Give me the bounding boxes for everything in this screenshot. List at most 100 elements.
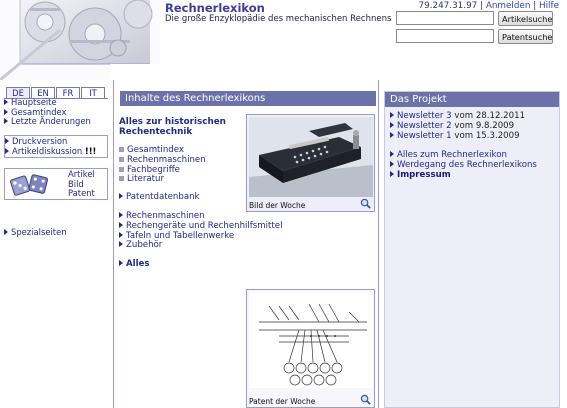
- link-label: Alles: [126, 259, 150, 269]
- link-label: Literatur: [127, 174, 164, 185]
- square-bullet-icon: [119, 156, 124, 162]
- login-link[interactable]: Anmelden: [486, 1, 531, 11]
- link-label: Tafeln und Tabellenwerke: [126, 230, 235, 241]
- arrow-right-icon: [119, 193, 123, 199]
- newsletter-link[interactable]: Newsletter 1: [397, 131, 452, 141]
- arrow-right-icon: [119, 212, 123, 218]
- arrow-right-icon: [119, 221, 123, 228]
- tools-box: Druckversion Artikeldiskussion !!!: [4, 135, 108, 158]
- arrow-right-icon: [390, 131, 394, 138]
- header: Rechnerlexikon Die große Enzyklopädie de…: [0, 0, 567, 80]
- history-title-line: Alles zur historischen: [119, 117, 226, 127]
- arrow-right-icon: [4, 118, 8, 125]
- special-nav: Spezialseiten: [4, 227, 112, 238]
- nav-label: Letzte Änderungen: [11, 116, 91, 127]
- patent-of-week[interactable]: Patent der Woche: [246, 289, 375, 408]
- link-zubehoer[interactable]: Zubehör: [119, 240, 282, 251]
- link-label: Patentdatenbank: [126, 192, 200, 202]
- square-bullet-icon: [119, 166, 124, 172]
- nav-label: Druckversion: [12, 136, 68, 146]
- link-impressum[interactable]: Impressum: [390, 169, 537, 181]
- article-search-button[interactable]: Artikelsuche: [498, 11, 553, 26]
- separator: |: [480, 1, 484, 11]
- arrow-right-icon: [4, 229, 8, 235]
- user-links: 79.247.31.97 | Anmelden | Hilfe: [419, 1, 560, 11]
- arrow-right-icon: [5, 138, 9, 144]
- discussion-flag: !!!: [84, 145, 97, 156]
- nav-item-artikeldiskussion[interactable]: Artikeldiskussion !!!: [5, 145, 107, 157]
- link-literatur[interactable]: Literatur: [119, 174, 206, 185]
- newsletter-list: Newsletter 3 vom 28.12.2011 Newsletter 2…: [390, 111, 526, 142]
- nav-item-spezialseiten[interactable]: Spezialseiten: [4, 227, 112, 238]
- site-subtitle: Die große Enzyklopädie des mechanischen …: [165, 14, 392, 24]
- link-patentdatenbank[interactable]: Patentdatenbank: [119, 192, 200, 203]
- history-title[interactable]: Alles zur historischen Rechentechnik: [119, 117, 226, 137]
- square-bullet-icon: [119, 147, 124, 152]
- random-links: Artikel Bild Patent: [68, 169, 95, 199]
- patent-caption: Patent der Woche: [249, 397, 316, 406]
- nav-label: Hauptseite: [11, 97, 57, 107]
- arrow-right-icon: [119, 241, 123, 248]
- left-sidebar: DE EN FR IT Hauptseite Gesamtindex Letzt…: [0, 80, 112, 408]
- link-label: Werdegang des Rechnerlexikons: [397, 159, 537, 170]
- project-panel: Das Projekt Newsletter 3 vom 28.12.2011 …: [384, 91, 560, 408]
- dice-icon[interactable]: [8, 171, 50, 199]
- newsletter-link[interactable]: Newsletter 3: [397, 111, 452, 121]
- newsletter-date: vom 9.8.2009: [454, 120, 515, 131]
- main-content: Inhalte des Rechnerlexikons Alles zur hi…: [113, 80, 379, 408]
- nav-label: Gesamtindex: [11, 106, 67, 117]
- separator: |: [533, 1, 537, 11]
- logo-gears-icon[interactable]: [0, 0, 160, 80]
- arrow-right-icon: [390, 151, 394, 157]
- magnifier-icon[interactable]: [360, 198, 371, 209]
- patent-search-button[interactable]: Patentsuche: [498, 29, 553, 44]
- patent-drawing-icon: [249, 292, 373, 388]
- link-label: Fachbegriffe: [127, 164, 180, 175]
- image-caption: Bild der Woche: [249, 201, 306, 210]
- image-of-week[interactable]: Bild der Woche: [246, 114, 375, 212]
- link-label: Alles zum Rechnerlexikon: [397, 150, 507, 160]
- arrow-right-icon: [119, 260, 123, 266]
- newsletter-date: vom 28.12.2011: [454, 111, 526, 121]
- random-patent-link[interactable]: Patent: [68, 189, 95, 199]
- magnifier-icon[interactable]: [360, 394, 371, 405]
- content-header: Inhalte des Rechnerlexikons: [120, 91, 376, 106]
- nav-item-letzte-aenderungen[interactable]: Letzte Änderungen: [4, 116, 112, 127]
- calculator-photo-icon: [249, 117, 373, 197]
- history-title-line: Rechentechnik: [119, 127, 193, 137]
- arrow-right-icon: [4, 99, 8, 105]
- patent-db-link: Patentdatenbank: [119, 192, 200, 203]
- link-label: Rechenmaschinen: [127, 154, 206, 165]
- all-link: Alles: [119, 259, 150, 270]
- lang-tab-fr[interactable]: FR: [56, 87, 80, 98]
- category-links: Rechenmaschinen Rechengeräte und Rechenh…: [119, 211, 283, 251]
- lang-tab-it[interactable]: IT: [81, 87, 105, 98]
- article-search-input[interactable]: [396, 11, 494, 25]
- history-links: Gesamtindex Rechenmaschinen Fachbegriffe…: [119, 145, 206, 185]
- newsletter-link[interactable]: Newsletter 2: [397, 121, 452, 131]
- arrow-right-icon: [390, 170, 394, 177]
- patent-search-input[interactable]: [396, 29, 494, 43]
- nav-label: Artikeldiskussion: [12, 145, 83, 156]
- link-label: Impressum: [397, 169, 451, 180]
- arrow-right-icon: [390, 121, 394, 128]
- project-links: Alles zum Rechnerlexikon Werdegang des R…: [390, 150, 537, 181]
- help-link[interactable]: Hilfe: [539, 1, 559, 11]
- arrow-right-icon: [390, 160, 394, 167]
- random-box: Artikel Bild Patent: [4, 168, 108, 200]
- project-header: Das Projekt: [385, 92, 559, 107]
- link-label: Rechengeräte und Rechenhilfsmittel: [126, 220, 283, 231]
- nav-label: Spezialseiten: [11, 227, 67, 237]
- right-sidebar: Das Projekt Newsletter 3 vom 28.12.2011 …: [381, 80, 567, 408]
- link-alles[interactable]: Alles: [119, 259, 150, 270]
- square-bullet-icon: [119, 176, 124, 182]
- newsletter-date: vom 15.3.2009: [454, 130, 520, 141]
- main-nav: Hauptseite Gesamtindex Letzte Änderungen: [4, 97, 112, 127]
- link-label: Rechenmaschinen: [126, 211, 205, 221]
- site-title[interactable]: Rechnerlexikon: [165, 1, 265, 15]
- arrow-right-icon: [390, 112, 394, 118]
- link-label: Zubehör: [126, 240, 163, 251]
- ip-address: 79.247.31.97: [418, 1, 478, 11]
- newsletter-item: Newsletter 1 vom 15.3.2009: [390, 130, 525, 142]
- link-label: Gesamtindex: [127, 145, 184, 155]
